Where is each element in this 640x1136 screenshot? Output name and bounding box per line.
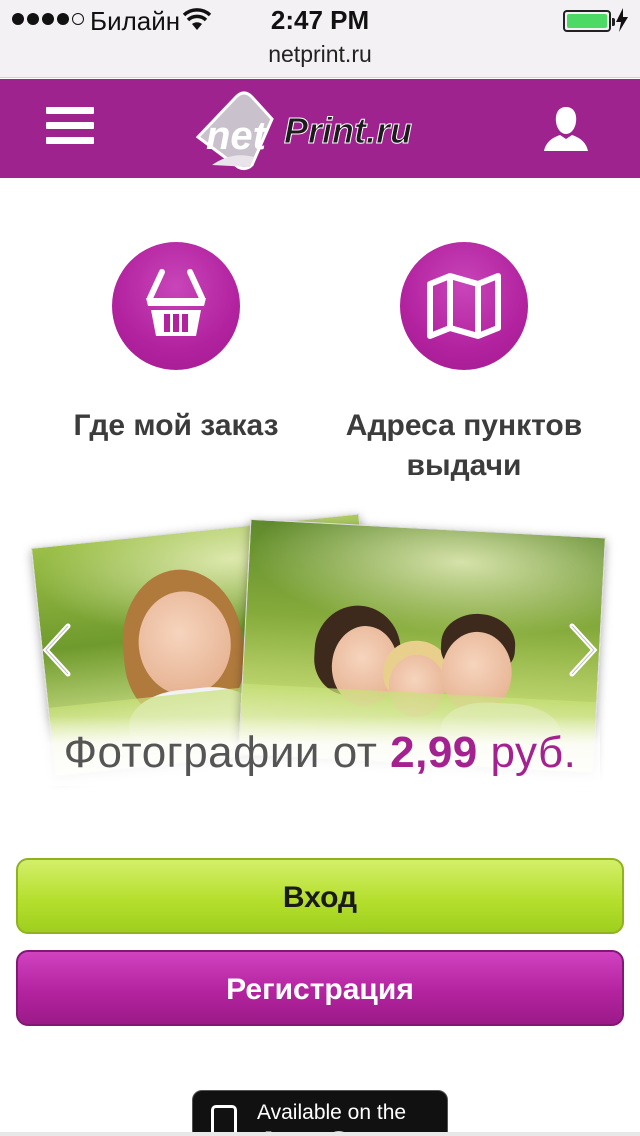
page-bottom-edge bbox=[0, 1132, 640, 1136]
clock: 2:47 PM bbox=[270, 5, 370, 35]
map-icon bbox=[427, 273, 501, 339]
app-store-line1: Available on the bbox=[257, 1101, 407, 1124]
banner-currency: руб. bbox=[490, 728, 577, 777]
url-bar[interactable]: netprint.ru bbox=[0, 40, 640, 78]
map-icon-circle bbox=[400, 242, 528, 370]
login-button[interactable]: Вход bbox=[16, 858, 624, 934]
netprint-logo[interactable]: net Print.ru bbox=[192, 85, 448, 173]
promo-banner[interactable]: Фотографии от 2,99 руб. bbox=[0, 500, 640, 800]
banner-text-prefix: Фотографии от bbox=[63, 728, 378, 777]
status-bar: Билайн 2:47 PM bbox=[0, 0, 640, 40]
charging-icon bbox=[616, 8, 628, 32]
pickup-points-link[interactable]: Адреса пунктов выдачи bbox=[314, 242, 614, 486]
carousel-next-arrow-icon[interactable] bbox=[566, 622, 600, 678]
battery-icon bbox=[563, 10, 615, 32]
basket-icon bbox=[146, 269, 206, 336]
hamburger-menu-icon[interactable] bbox=[46, 107, 94, 149]
quick-link-label: Где мой заказ bbox=[73, 409, 279, 442]
site-header: net Print.ru bbox=[0, 79, 640, 178]
quick-link-label: Адреса пунктов выдачи bbox=[345, 409, 583, 482]
banner-caption: Фотографии от 2,99 руб. bbox=[0, 728, 640, 778]
basket-icon-circle bbox=[112, 242, 240, 370]
user-account-icon[interactable] bbox=[540, 103, 592, 155]
logo-net-text: net bbox=[206, 114, 268, 158]
register-button[interactable]: Регистрация bbox=[16, 950, 624, 1026]
carousel-prev-arrow-icon[interactable] bbox=[40, 622, 74, 678]
app-store-badge[interactable]: Available on the App Store bbox=[192, 1090, 448, 1136]
where-is-my-order-link[interactable]: Где мой заказ bbox=[26, 242, 326, 446]
logo-print-text: Print.ru bbox=[284, 110, 412, 151]
banner-price: 2,99 bbox=[390, 728, 478, 777]
